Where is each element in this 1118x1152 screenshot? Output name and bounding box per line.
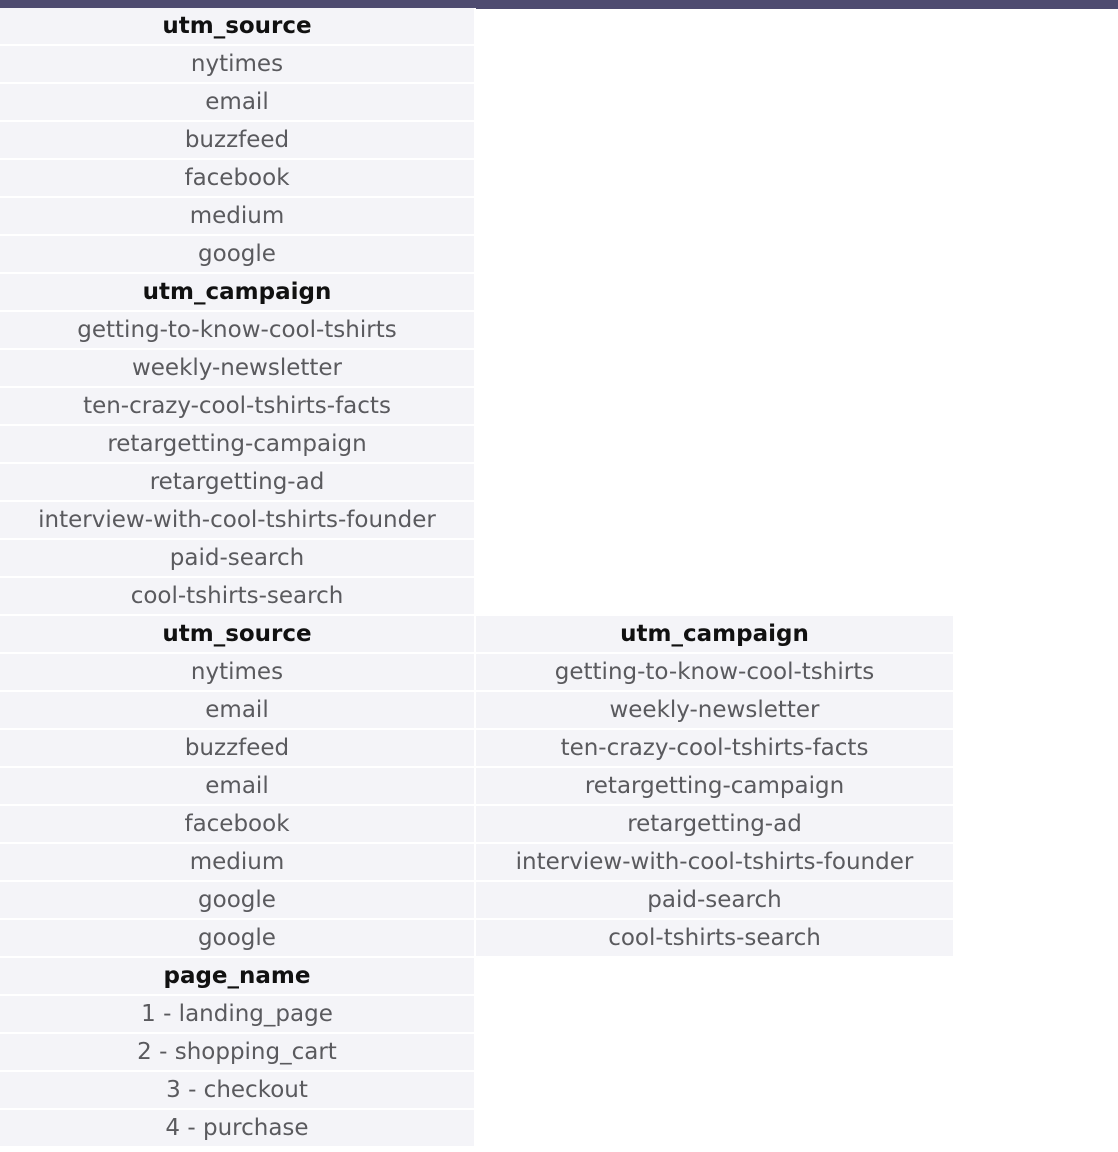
table-row: email weekly-newsletter [0, 692, 955, 730]
table-cell: weekly-newsletter [476, 692, 955, 730]
source-campaign-table: utm_source utm_campaign nytimes getting-… [0, 616, 955, 958]
table-cell: buzzfeed [0, 122, 476, 160]
table-cell: ten-crazy-cool-tshirts-facts [0, 388, 476, 426]
table-row: ten-crazy-cool-tshirts-facts [0, 388, 476, 426]
table-row: paid-search [0, 540, 476, 578]
table-cell: facebook [0, 160, 476, 198]
table-cell: 3 - checkout [0, 1072, 476, 1110]
table-row: medium interview-with-cool-tshirts-found… [0, 844, 955, 882]
table-header-row: page_name [0, 958, 476, 996]
table-row: cool-tshirts-search [0, 578, 476, 616]
table-cell: facebook [0, 806, 476, 844]
table-cell: nytimes [0, 654, 476, 692]
table-row: 2 - shopping_cart [0, 1034, 476, 1072]
table-cell: google [0, 882, 476, 920]
table-row: interview-with-cool-tshirts-founder [0, 502, 476, 540]
table-cell: cool-tshirts-search [0, 578, 476, 616]
column-header: page_name [0, 958, 476, 996]
table-cell: retargetting-campaign [476, 768, 955, 806]
table-cell: 4 - purchase [0, 1110, 476, 1148]
table-header-row: utm_source utm_campaign [0, 616, 955, 654]
utm-source-table: utm_source nytimes email buzzfeed facebo… [0, 8, 476, 274]
table-row: retargetting-ad [0, 464, 476, 502]
table-row: nytimes getting-to-know-cool-tshirts [0, 654, 955, 692]
table-row: google [0, 236, 476, 274]
table-row: nytimes [0, 46, 476, 84]
table-header-row: utm_campaign [0, 274, 476, 312]
table-row: facebook retargetting-ad [0, 806, 955, 844]
table-row: 1 - landing_page [0, 996, 476, 1034]
table-row: 3 - checkout [0, 1072, 476, 1110]
table-cell: medium [0, 198, 476, 236]
table-row: retargetting-campaign [0, 426, 476, 464]
table-cell: email [0, 692, 476, 730]
table-cell: google [0, 920, 476, 958]
table-row: buzzfeed [0, 122, 476, 160]
table-cell: retargetting-ad [476, 806, 955, 844]
table-cell: interview-with-cool-tshirts-founder [476, 844, 955, 882]
table-row: buzzfeed ten-crazy-cool-tshirts-facts [0, 730, 955, 768]
table-cell: getting-to-know-cool-tshirts [476, 654, 955, 692]
column-header: utm_campaign [0, 274, 476, 312]
table-cell: cool-tshirts-search [476, 920, 955, 958]
table-cell: retargetting-ad [0, 464, 476, 502]
table-cell: google [0, 236, 476, 274]
query-results: utm_source nytimes email buzzfeed facebo… [0, 8, 1118, 1148]
table-row: email retargetting-campaign [0, 768, 955, 806]
table-cell: email [0, 768, 476, 806]
table-header-row: utm_source [0, 8, 476, 46]
table-row: google cool-tshirts-search [0, 920, 955, 958]
table-cell: ten-crazy-cool-tshirts-facts [476, 730, 955, 768]
table-row: weekly-newsletter [0, 350, 476, 388]
table-cell: retargetting-campaign [0, 426, 476, 464]
column-header: utm_campaign [476, 616, 955, 654]
table-cell: medium [0, 844, 476, 882]
table-cell: buzzfeed [0, 730, 476, 768]
table-row: 4 - purchase [0, 1110, 476, 1148]
page-name-table: page_name 1 - landing_page 2 - shopping_… [0, 958, 476, 1148]
table-cell: getting-to-know-cool-tshirts [0, 312, 476, 350]
column-header: utm_source [0, 8, 476, 46]
table-cell: email [0, 84, 476, 122]
table-row: medium [0, 198, 476, 236]
table-cell: paid-search [0, 540, 476, 578]
utm-campaign-table: utm_campaign getting-to-know-cool-tshirt… [0, 274, 476, 616]
table-cell: weekly-newsletter [0, 350, 476, 388]
column-header: utm_source [0, 616, 476, 654]
table-row: email [0, 84, 476, 122]
table-row: facebook [0, 160, 476, 198]
table-cell: 1 - landing_page [0, 996, 476, 1034]
table-cell: 2 - shopping_cart [0, 1034, 476, 1072]
table-cell: interview-with-cool-tshirts-founder [0, 502, 476, 540]
table-row: google paid-search [0, 882, 955, 920]
table-cell: nytimes [0, 46, 476, 84]
table-row: getting-to-know-cool-tshirts [0, 312, 476, 350]
table-cell: paid-search [476, 882, 955, 920]
